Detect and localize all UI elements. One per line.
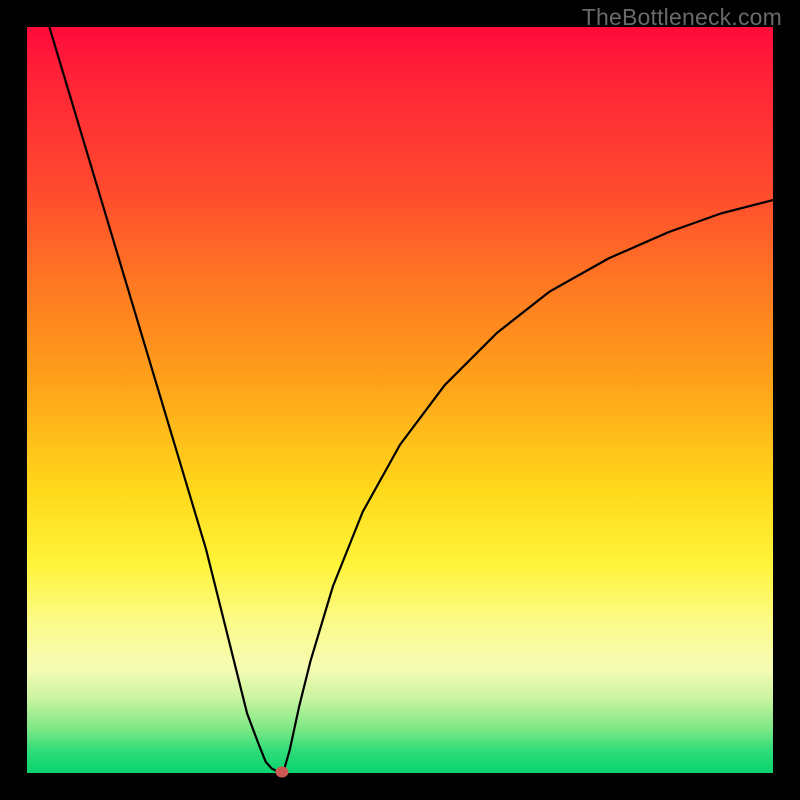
chart-frame: TheBottleneck.com	[0, 0, 800, 800]
plot-area	[27, 27, 773, 773]
watermark-text: TheBottleneck.com	[582, 4, 782, 31]
curve-svg	[27, 27, 773, 773]
bottleneck-curve	[49, 27, 773, 772]
minimum-marker	[276, 766, 289, 777]
